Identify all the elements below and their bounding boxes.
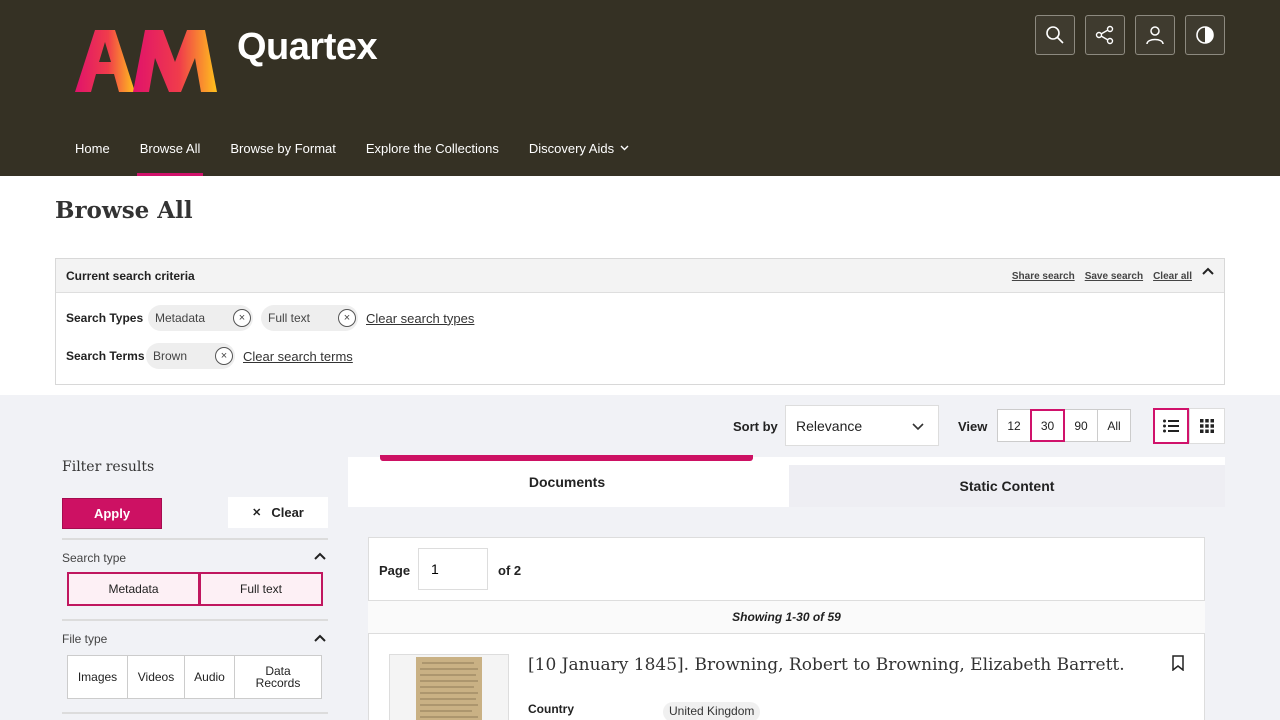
- file-type-data-records[interactable]: Data Records: [234, 655, 322, 699]
- chip-term-brown: Brown ×: [146, 343, 235, 369]
- file-type-videos[interactable]: Videos: [127, 655, 185, 699]
- clear-button[interactable]: ✕ Clear: [228, 497, 328, 528]
- search-type-full-text[interactable]: Full text: [199, 572, 323, 606]
- contrast-icon: [1196, 26, 1214, 44]
- page-size-group: 12 30 90 All: [997, 409, 1131, 442]
- list-view-button[interactable]: [1153, 408, 1189, 444]
- contrast-button[interactable]: [1185, 15, 1225, 55]
- chevron-up-icon[interactable]: [314, 552, 326, 560]
- sort-select[interactable]: Relevance: [785, 405, 939, 446]
- nav-home[interactable]: Home: [60, 120, 125, 176]
- criteria-header: Current search criteria Share search Sav…: [56, 259, 1224, 293]
- share-button[interactable]: [1085, 15, 1125, 55]
- divider: [62, 538, 328, 540]
- criteria-title: Current search criteria: [66, 269, 195, 283]
- search-terms-label: Search Terms: [66, 349, 145, 363]
- bookmark-icon[interactable]: [1171, 655, 1185, 671]
- remove-chip-icon[interactable]: ×: [338, 309, 356, 327]
- apply-button[interactable]: Apply: [62, 498, 162, 529]
- filter-results-title: Filter results: [62, 459, 155, 475]
- chip-metadata-label: Metadata: [155, 311, 206, 325]
- page-size-90[interactable]: 90: [1064, 409, 1098, 442]
- page-title: Browse All: [55, 197, 193, 224]
- view-label: View: [958, 419, 988, 434]
- clear-search-types-link[interactable]: Clear search types: [366, 311, 474, 326]
- chip-metadata: Metadata ×: [148, 305, 253, 331]
- close-icon: ✕: [252, 507, 262, 519]
- am-logo[interactable]: [75, 26, 235, 92]
- remove-chip-icon[interactable]: ×: [233, 309, 251, 327]
- country-label: Country: [528, 702, 574, 716]
- grid-icon: [1200, 419, 1214, 433]
- clear-button-label: Clear: [271, 505, 304, 520]
- page-label: Page: [379, 563, 411, 578]
- results-count: Showing 1-30 of 59: [368, 600, 1205, 634]
- file-type-audio[interactable]: Audio: [184, 655, 235, 699]
- chip-full-text: Full text ×: [261, 305, 358, 331]
- chevron-down-icon: [912, 423, 924, 431]
- page-size-12[interactable]: 12: [997, 409, 1031, 442]
- nav-browse-all[interactable]: Browse All: [125, 120, 216, 176]
- nav-browse-by-format[interactable]: Browse by Format: [215, 120, 350, 176]
- search-types-row: Search Types Metadata × Full text × Clea…: [66, 305, 474, 331]
- sort-by-label: Sort by: [733, 419, 778, 434]
- search-type-toggle: Metadata Full text: [67, 572, 323, 606]
- site-header: Quartex Home Browse All Browse by Format…: [0, 0, 1280, 176]
- search-terms-row: Search Terms Brown × Clear search terms: [66, 343, 353, 369]
- divider: [62, 619, 328, 621]
- grid-view-button[interactable]: [1189, 408, 1225, 444]
- chip-full-text-label: Full text: [268, 311, 311, 325]
- results-count-text: Showing 1-30 of 59: [732, 610, 841, 624]
- item-thumbnail[interactable]: [389, 654, 509, 720]
- share-icon: [1095, 25, 1114, 45]
- search-type-metadata[interactable]: Metadata: [67, 572, 200, 606]
- criteria-links: Share search Save search Clear all: [1012, 271, 1192, 282]
- account-button[interactable]: [1135, 15, 1175, 55]
- tab-documents[interactable]: Documents: [348, 457, 786, 507]
- share-search-link[interactable]: Share search: [1012, 271, 1075, 282]
- file-type-toggle: Images Videos Audio Data Records: [67, 655, 322, 699]
- item-title-link[interactable]: [10 January 1845]. Browning, Robert to B…: [528, 655, 1125, 675]
- search-types-label: Search Types: [66, 311, 144, 325]
- page-size-30[interactable]: 30: [1030, 409, 1065, 442]
- country-value[interactable]: United Kingdom: [663, 702, 761, 720]
- tab-static-content[interactable]: Static Content: [789, 465, 1225, 507]
- main-nav: Home Browse All Browse by Format Explore…: [60, 120, 644, 176]
- nav-explore-collections[interactable]: Explore the Collections: [351, 120, 514, 176]
- sort-value: Relevance: [796, 418, 863, 434]
- chevron-down-icon: [620, 145, 629, 151]
- divider: [62, 712, 328, 714]
- search-icon: [1046, 26, 1064, 44]
- page-size-all[interactable]: All: [1097, 409, 1131, 442]
- save-search-link[interactable]: Save search: [1085, 271, 1143, 282]
- nav-discovery-aids-label: Discovery Aids: [528, 140, 615, 156]
- clear-all-link[interactable]: Clear all: [1153, 271, 1192, 282]
- site-logo-text[interactable]: Quartex: [237, 26, 378, 69]
- page-of-label: of 2: [498, 563, 522, 578]
- chip-term-label: Brown: [153, 349, 188, 363]
- list-icon: [1163, 419, 1179, 433]
- search-type-heading[interactable]: Search type: [62, 551, 126, 565]
- active-tab-indicator: [380, 455, 753, 461]
- search-criteria-panel: Current search criteria Share search Sav…: [55, 258, 1225, 385]
- chevron-up-icon[interactable]: [314, 634, 326, 642]
- file-type-images[interactable]: Images: [67, 655, 128, 699]
- nav-discovery-aids[interactable]: Discovery Aids: [514, 120, 644, 176]
- chevron-up-icon[interactable]: [1202, 267, 1214, 275]
- manuscript-thumbnail-image: [416, 657, 482, 720]
- file-type-heading[interactable]: File type: [62, 632, 107, 646]
- remove-chip-icon[interactable]: ×: [215, 347, 233, 365]
- search-button[interactable]: [1035, 15, 1075, 55]
- user-icon: [1146, 26, 1164, 45]
- page-number-input[interactable]: [418, 548, 488, 590]
- clear-search-terms-link[interactable]: Clear search terms: [243, 349, 353, 364]
